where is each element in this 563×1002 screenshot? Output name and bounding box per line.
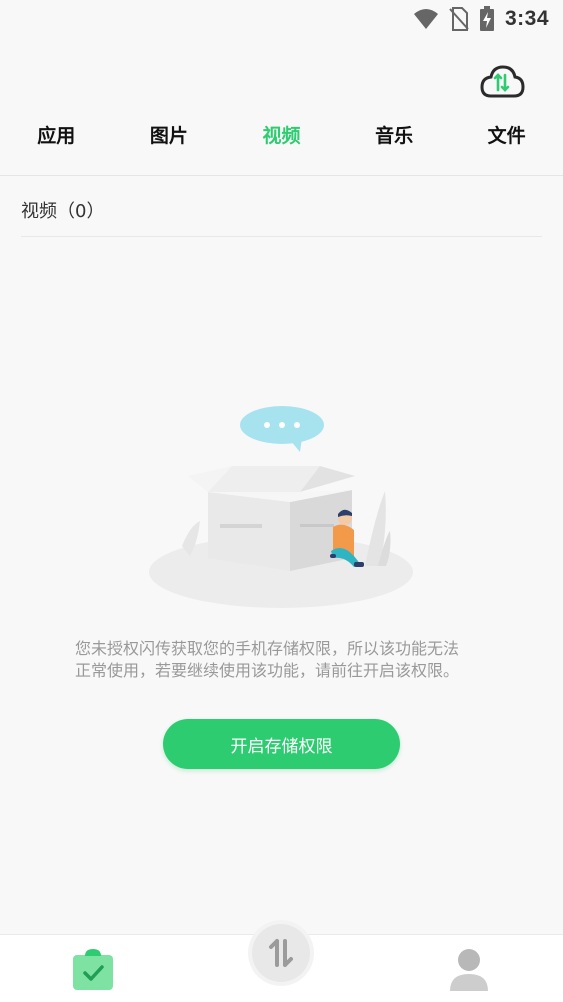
tasks-clipboard-icon <box>73 949 113 990</box>
nav-transfer[interactable] <box>252 924 310 982</box>
nav-profile[interactable] <box>449 947 489 991</box>
no-sim-icon <box>449 7 469 31</box>
tab-files[interactable]: 文件 <box>451 120 563 152</box>
tab-videos[interactable]: 视频 <box>225 120 337 152</box>
transfer-arrows-icon <box>269 939 293 967</box>
wifi-icon <box>413 9 438 29</box>
tab-apps[interactable]: 应用 <box>0 120 112 152</box>
status-time: 3:34 <box>504 7 549 30</box>
battery-charging-icon <box>479 6 494 31</box>
tab-music[interactable]: 音乐 <box>338 120 450 152</box>
status-icons: 3:34 <box>413 6 549 32</box>
screen: 3:34 应用 图片 视频 音乐 文件 视频（0） 您未授权闪传获取您的手机存储… <box>0 0 563 1002</box>
header: 应用 图片 视频 音乐 文件 <box>0 40 563 176</box>
profile-icon <box>450 949 488 991</box>
bottom-nav <box>0 924 563 1002</box>
divider <box>21 236 542 237</box>
tab-images[interactable]: 图片 <box>113 120 225 152</box>
empty-state-message: 您未授权闪传获取您的手机存储权限，所以该功能无法 正常使用，若要继续使用该功能，… <box>75 638 495 682</box>
empty-box-illustration <box>149 406 413 608</box>
message-line-1: 您未授权闪传获取您的手机存储权限，所以该功能无法 <box>75 639 460 658</box>
message-line-2: 正常使用，若要继续使用该功能，请前往开启该权限。 <box>75 661 460 680</box>
section-title: 视频（0） <box>21 201 105 222</box>
cloud-transfer-button[interactable] <box>479 62 525 102</box>
status-bar: 3:34 <box>0 0 563 40</box>
enable-storage-permission-button[interactable]: 开启存储权限 <box>163 719 400 769</box>
cloud-transfer-icon <box>480 65 525 98</box>
nav-tasks[interactable] <box>72 949 114 991</box>
category-tabs: 应用 图片 视频 音乐 文件 <box>0 120 563 152</box>
